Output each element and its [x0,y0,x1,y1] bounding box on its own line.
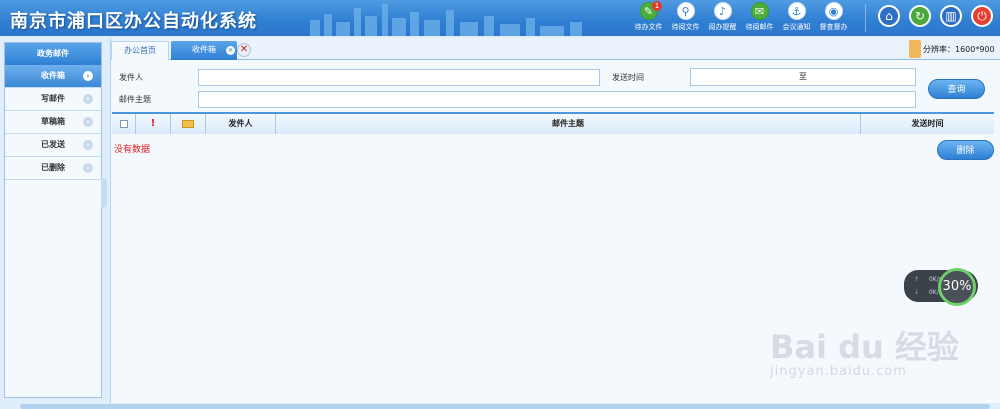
select-all-column[interactable] [112,114,136,134]
bell-icon: ♪ [713,2,732,20]
envelope-icon [182,119,194,128]
refresh-icon[interactable]: ↻ [909,5,931,27]
sidebar-item-label: 收件箱 [41,71,65,80]
meeting-notice-button[interactable]: ⚓ 会议通知 [778,2,815,32]
close-all-tabs-icon[interactable]: ✕ [237,43,251,57]
baidu-watermark-logo: Bai du 经验 [770,328,959,366]
tool-label: 待阅邮件 [745,23,774,31]
chevron-right-icon: › [83,94,93,104]
tab-bar: 办公首页 收件箱 × ✕ 分辨率：1600*900 [111,38,1000,60]
magnifier-icon: ⚲ [676,2,695,20]
top-toolbar: ✎ 1 待办文件 ⚲ 待阅文件 ♪ 阅办提醒 ✉ 待阅邮件 ⚓ 会议通知 ◉ 督… [630,1,852,32]
tool-label: 待阅文件 [671,23,700,31]
chevron-right-icon: › [83,140,93,150]
sidebar-item-deleted[interactable]: 已删除 › [5,157,101,180]
memory-usage-gauge[interactable]: 30% [938,268,976,306]
column-sender[interactable]: 发件人 [206,114,276,134]
select-all-checkbox[interactable] [119,119,128,128]
city-skyline-graphic [310,4,582,36]
subject-input[interactable] [198,91,916,108]
sidebar-item-drafts[interactable]: 草稿箱 › [5,111,101,134]
tab-office-home[interactable]: 办公首页 [111,41,169,60]
eye-icon: ◉ [824,2,843,20]
empty-table-message: 没有数据 [114,145,151,155]
power-icon[interactable]: ⏻ [971,5,993,27]
reminders-button[interactable]: ♪ 阅办提醒 [704,2,741,32]
book-icon[interactable]: ▥ [940,5,962,27]
resolution-icon [909,40,921,58]
app-header: 南京市浦口区办公自动化系统 ✎ 1 待办文件 ⚲ 待阅文件 ♪ 阅办提醒 ✉ 待… [0,0,1000,36]
sidebar-item-label: 草稿箱 [41,117,65,126]
resolution-label: 分辨率：1600*900 [923,45,995,54]
close-tab-icon[interactable]: × [226,46,235,55]
query-button[interactable]: 查询 [928,79,985,99]
supervision-button[interactable]: ◉ 督查督办 [815,2,852,32]
chevron-right-icon: › [83,163,93,173]
sidebar-item-label: 写邮件 [41,94,65,103]
sidebar-item-sent[interactable]: 已发送 › [5,134,101,157]
anchor-icon: ⚓ [787,2,806,20]
exclamation-icon: ! [150,118,156,129]
priority-column: ! [136,114,171,134]
mail-table-header: ! 发件人 邮件主题 发送时间 [112,112,994,134]
tool-label: 会议通知 [782,23,811,31]
pending-count-badge: 1 [652,1,662,11]
send-time-label: 发送时间 [612,73,644,82]
chevron-right-icon: › [83,117,93,127]
date-range-separator: 至 [799,72,807,81]
home-icon[interactable]: ⌂ [878,5,900,27]
sidebar-collapse-handle[interactable] [101,178,107,208]
header-actions: ⌂ ↻ ▥ ⏻ [878,5,1000,27]
column-subject[interactable]: 邮件主题 [276,114,861,134]
tool-label: 阅办提醒 [708,23,737,31]
delete-button[interactable]: 删除 [937,140,994,160]
sidebar-item-label: 已删除 [41,163,65,172]
subject-label: 邮件主题 [119,95,151,104]
sidebar-item-compose[interactable]: 写邮件 › [5,88,101,111]
up-arrow-icon: ↑ [914,276,920,283]
chevron-right-icon: › [83,71,93,81]
unread-mail-button[interactable]: ✉ 待阅邮件 [741,2,778,32]
mail-icon: ✉ [750,2,769,20]
mail-sidebar: 政务邮件 收件箱 › 写邮件 › 草稿箱 › 已发送 › 已删除 › [4,42,102,398]
sidebar-item-label: 已发送 [41,140,65,149]
read-status-column [171,114,206,134]
sidebar-heading: 政务邮件 [5,43,101,65]
sidebar-item-inbox[interactable]: 收件箱 › [5,65,101,88]
tool-label: 待办文件 [634,23,663,31]
tool-label: 督查督办 [819,23,848,31]
column-send-time[interactable]: 发送时间 [861,114,994,134]
pending-files-button[interactable]: ✎ 1 待办文件 [630,1,667,32]
app-title: 南京市浦口区办公自动化系统 [10,11,257,32]
bottom-scrollbar[interactable] [20,404,990,409]
sender-input[interactable] [198,69,600,86]
down-arrow-icon: ↓ [914,289,920,296]
toolbar-divider [865,4,866,32]
send-time-range-field[interactable]: 至 [690,68,916,86]
baidu-watermark-url: jingyan.baidu.com [770,364,907,379]
to-read-files-button[interactable]: ⚲ 待阅文件 [667,2,704,32]
sender-label: 发件人 [119,73,143,82]
